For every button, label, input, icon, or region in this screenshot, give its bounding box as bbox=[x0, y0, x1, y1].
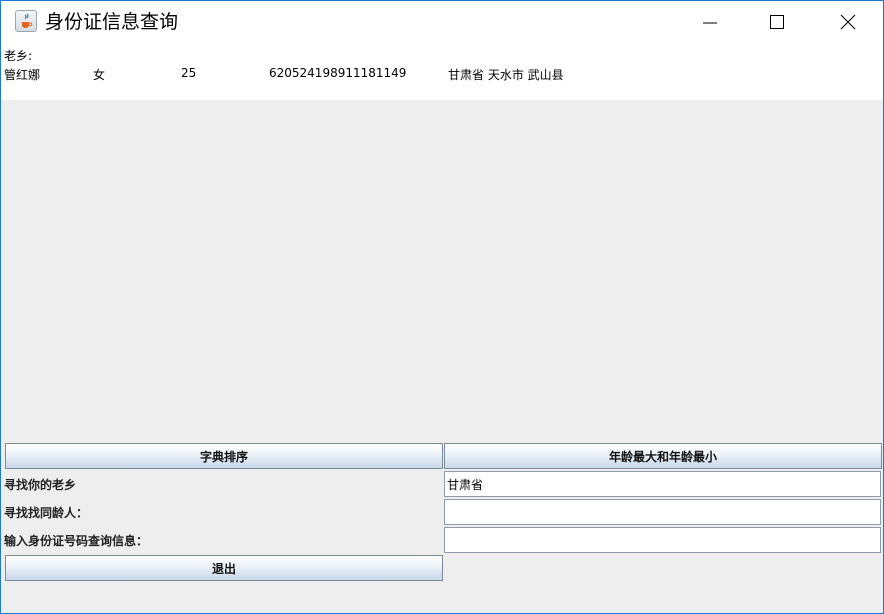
exit-button[interactable]: 退出 bbox=[5, 555, 443, 581]
java-coffee-icon bbox=[15, 10, 37, 32]
hometown-input[interactable] bbox=[444, 471, 881, 497]
app-window: 身份证信息查询 老乡: 管红娜 女 25 620524198911181149 … bbox=[0, 0, 884, 614]
result-age: 25 bbox=[181, 66, 197, 80]
close-icon bbox=[840, 14, 856, 30]
result-label: 老乡: bbox=[4, 49, 33, 63]
hometown-label: 寻找你的老乡 bbox=[4, 478, 77, 492]
maximize-icon bbox=[770, 15, 784, 29]
minimize-icon bbox=[703, 22, 717, 24]
maximize-button[interactable] bbox=[742, 1, 812, 43]
age-max-min-button[interactable]: 年龄最大和年龄最小 bbox=[444, 443, 882, 469]
result-id-number: 620524198911181149 bbox=[269, 66, 407, 80]
dictionary-sort-button[interactable]: 字典排序 bbox=[5, 443, 443, 469]
result-address: 甘肃省 天水市 武山县 bbox=[448, 68, 564, 82]
same-age-input[interactable] bbox=[444, 499, 881, 525]
result-sex: 女 bbox=[93, 68, 106, 82]
close-button[interactable] bbox=[813, 1, 883, 43]
window-title: 身份证信息查询 bbox=[45, 11, 179, 33]
result-name: 管红娜 bbox=[4, 68, 41, 82]
minimize-button[interactable] bbox=[675, 1, 745, 43]
same-age-label: 寻找找同龄人： bbox=[4, 506, 89, 520]
title-bar[interactable]: 身份证信息查询 bbox=[1, 1, 883, 43]
id-query-label: 输入身份证号码查询信息： bbox=[4, 534, 149, 548]
result-output-area[interactable]: 老乡: 管红娜 女 25 620524198911181149 甘肃省 天水市 … bbox=[1, 43, 883, 100]
id-number-input[interactable] bbox=[444, 527, 881, 553]
